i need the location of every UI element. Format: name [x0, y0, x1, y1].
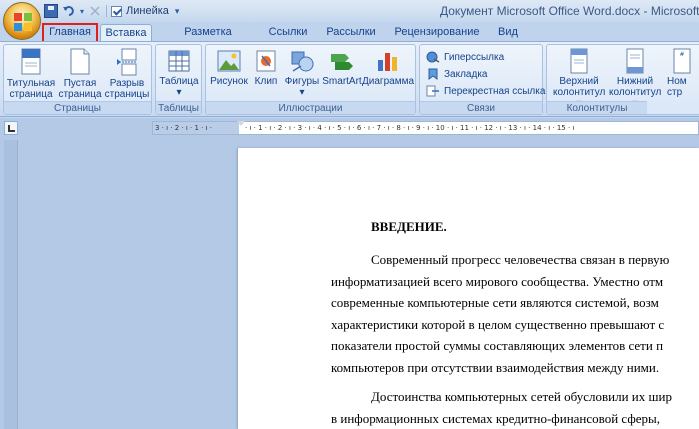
group-pages-label: Страницы — [4, 101, 151, 114]
bookmark-label: Закладка — [444, 68, 488, 80]
tab-page-layout[interactable]: Разметка страницы — [160, 24, 256, 55]
page-break-button[interactable]: Разрыв страницы — [104, 48, 150, 100]
smartart-button[interactable]: SmartArt — [322, 48, 362, 87]
page-break-label-1: Разрыв — [109, 78, 145, 89]
bookmark-icon — [428, 68, 438, 80]
globe-link-icon — [426, 51, 440, 63]
header-button[interactable]: Верхний колонтитул ▾ — [553, 48, 605, 109]
picture-icon — [217, 50, 241, 72]
vertical-ruler[interactable] — [4, 140, 18, 429]
tab-home[interactable]: Главная — [42, 23, 98, 43]
tab-mailings[interactable]: Рассылки — [320, 24, 382, 42]
undo-dropdown-icon[interactable]: ▾ — [80, 7, 84, 16]
header-label-1: Верхний — [559, 76, 599, 87]
hyperlink-button[interactable]: Гиперссылка — [426, 49, 504, 65]
blank-page-button[interactable]: Пустая страница — [58, 48, 102, 100]
header-icon — [570, 48, 588, 74]
page-number-icon: # — [673, 48, 691, 74]
horizontal-ruler[interactable]: 3 · ı · 2 · ı · 1 · ı · · ı · 1 · ı · 2 … — [152, 121, 699, 135]
tab-view[interactable]: Вид — [492, 24, 524, 42]
customize-qat-icon[interactable]: ▾ — [175, 6, 180, 17]
group-header-footer: Верхний колонтитул ▾ Нижний колонтитул ▾… — [546, 44, 699, 115]
paragraph-line: характеристики которой в целом существен… — [331, 317, 665, 332]
group-pages: Титульная страница ▾ Пустая страница Раз… — [3, 44, 152, 115]
ruler-checkbox-label: Линейка — [126, 5, 169, 17]
cover-page-icon — [21, 48, 41, 75]
tab-references[interactable]: Ссылки — [262, 24, 314, 42]
bookmark-button[interactable]: Закладка — [426, 66, 487, 82]
undo-icon[interactable] — [62, 4, 76, 18]
blank-page-icon — [70, 48, 90, 75]
page-break-icon — [117, 48, 137, 76]
save-icon[interactable] — [44, 4, 58, 18]
table-button[interactable]: Таблица ▾ — [158, 48, 200, 98]
clip-art-label: Клип — [254, 76, 278, 87]
tab-insert[interactable]: Вставка — [100, 24, 152, 42]
picture-label: Рисунок — [210, 76, 248, 87]
qat-separator — [106, 5, 108, 17]
paragraph-line: компьютеров при отсутствии взаимодействи… — [331, 360, 660, 375]
quick-access-toolbar: ▾ Линейка ▾ — [44, 3, 179, 19]
page-break-label-2: страницы — [104, 89, 150, 100]
group-illustrations: Рисунок Клип Фигуры ▾ SmartArt Диаграмма… — [205, 44, 416, 115]
office-button[interactable] — [3, 2, 41, 40]
chart-button[interactable]: Диаграмма — [362, 48, 414, 87]
paragraph-line: показатели простой суммы составляющих эл… — [331, 338, 664, 353]
tab-selector-icon[interactable] — [4, 121, 18, 135]
svg-text:#: # — [679, 51, 684, 58]
footer-icon — [626, 48, 644, 74]
ribbon-tabs: Главная Вставка Разметка страницы Ссылки… — [0, 22, 699, 55]
group-header-footer-label: Колонтитулы — [547, 101, 647, 114]
group-tables-label: Таблицы — [156, 101, 201, 114]
blank-page-label-2: страница — [58, 89, 102, 100]
document-workspace: 3 · ı · 2 · ı · 1 · ı · · ı · 1 · ı · 2 … — [0, 118, 699, 429]
table-icon — [168, 50, 190, 72]
paragraph-line: информатизацией всего мирового сообществ… — [331, 274, 664, 289]
chart-icon — [378, 53, 397, 71]
hyperlink-label: Гиперссылка — [444, 51, 505, 63]
paragraph-line: современные компьютерные сети являются с… — [331, 295, 659, 310]
group-links: Гиперссылка Закладка Перекрестная ссылка… — [419, 44, 545, 115]
table-label-2: ▾ — [176, 87, 182, 98]
page-number-label-1: Ном — [667, 76, 687, 87]
group-tables: Таблица ▾ Таблицы — [155, 44, 202, 115]
ruler-left-ticks: 3 · ı · 2 · ı · 1 · ı · — [155, 124, 213, 132]
first-line-indent-marker[interactable] — [237, 121, 245, 126]
footer-label-1: Нижний — [616, 76, 654, 87]
redo-icon[interactable] — [88, 4, 102, 18]
title-bar: ▾ Линейка ▾ Документ Microsoft Office Wo… — [0, 0, 699, 22]
smartart-label: SmartArt — [322, 76, 362, 87]
paragraph-line: Современный прогресс человечества связан… — [371, 252, 670, 267]
cross-reference-icon — [426, 85, 439, 97]
group-links-label: Связи — [420, 101, 542, 114]
shapes-label: Фигуры ▾ — [284, 76, 320, 98]
group-illustrations-label: Иллюстрации — [206, 101, 415, 114]
footer-button[interactable]: Нижний колонтитул ▾ — [609, 48, 661, 109]
window-title: Документ Microsoft Office Word.docx - Mi… — [440, 4, 699, 18]
smartart-icon — [331, 54, 353, 70]
shapes-icon — [291, 51, 314, 72]
cover-page-label-1: Титульная — [6, 78, 56, 89]
page-number-label-2: стр — [667, 87, 683, 98]
ruler-right-ticks: · ı · 1 · ı · 2 · ı · 3 · ı · 4 · ı · 5 … — [245, 124, 575, 132]
document-heading: ВВЕДЕНИЕ. — [371, 219, 447, 234]
tab-review[interactable]: Рецензирование — [388, 24, 486, 42]
clip-art-icon — [256, 50, 276, 72]
paragraph-line: Достоинства компьютерных сетей обусловил… — [371, 389, 672, 404]
chart-label: Диаграмма — [362, 76, 415, 87]
cross-reference-button[interactable]: Перекрестная ссылка — [426, 83, 545, 99]
document-page[interactable]: ВВЕДЕНИЕ. Современный прогресс человечес… — [238, 148, 699, 429]
page-number-button[interactable]: # Ном стр — [667, 48, 699, 98]
ruler-checkbox[interactable] — [111, 5, 123, 17]
cross-reference-label: Перекрестная ссылка — [444, 85, 546, 97]
picture-button[interactable]: Рисунок — [208, 48, 250, 87]
office-logo-icon — [14, 13, 32, 31]
table-label-1: Таблица — [159, 76, 199, 87]
blank-page-label-1: Пустая — [63, 78, 97, 89]
ribbon: Титульная страница ▾ Пустая страница Раз… — [0, 41, 699, 117]
shapes-button[interactable]: Фигуры ▾ — [282, 48, 322, 98]
clip-art-button[interactable]: Клип — [252, 48, 280, 87]
paragraph-line: в информационных системах кредитно-финан… — [331, 411, 661, 426]
